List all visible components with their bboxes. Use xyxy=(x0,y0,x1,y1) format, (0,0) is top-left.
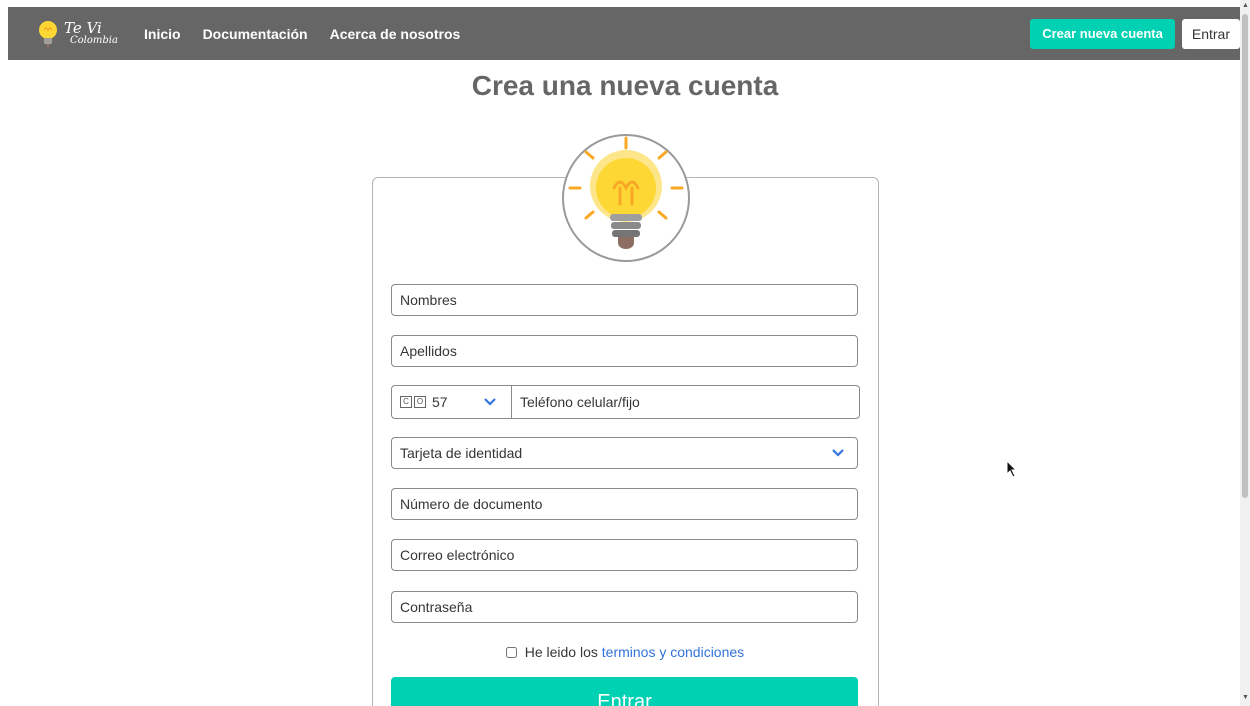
document-type-value: Tarjeta de identidad xyxy=(400,445,523,461)
lightbulb-logo xyxy=(562,134,690,262)
brand-subtitle: Colombia xyxy=(70,35,118,46)
phone-row: C O 57 xyxy=(391,385,860,419)
phone-input[interactable] xyxy=(511,385,860,419)
terms-link[interactable]: terminos y condiciones xyxy=(602,644,744,660)
country-code-select[interactable]: C O 57 xyxy=(391,385,511,419)
terms-prefix: He leido los xyxy=(524,644,598,660)
chevron-down-icon xyxy=(484,398,496,406)
lightbulb-icon xyxy=(568,136,684,249)
scrollbar[interactable]: ▲ ▼ xyxy=(1240,0,1250,706)
terms-checkbox[interactable] xyxy=(505,646,517,658)
terms-row: He leido los terminos y condiciones xyxy=(0,644,1240,660)
document-type-select[interactable]: Tarjeta de identidad xyxy=(391,437,858,469)
flag-letter-o: O xyxy=(414,396,426,408)
nav-links: Inicio Documentación Acerca de nosotros xyxy=(144,26,482,42)
create-account-button[interactable]: Crear nueva cuenta xyxy=(1030,18,1175,49)
submit-button[interactable]: Entrar xyxy=(391,677,858,706)
nav-link-inicio[interactable]: Inicio xyxy=(144,26,181,42)
scroll-up-icon[interactable]: ▲ xyxy=(1242,2,1249,9)
email-input[interactable] xyxy=(391,539,858,571)
chevron-down-icon xyxy=(832,449,844,457)
top-navbar: Te Vi Colombia Inicio Documentación Acer… xyxy=(8,7,1240,60)
country-code: 57 xyxy=(432,394,448,410)
mouse-cursor-icon xyxy=(1006,460,1018,478)
nav-link-documentacion[interactable]: Documentación xyxy=(203,26,308,42)
login-button[interactable]: Entrar xyxy=(1181,18,1240,49)
nombres-input[interactable] xyxy=(391,284,858,316)
lightbulb-icon xyxy=(39,20,57,47)
page: Te Vi Colombia Inicio Documentación Acer… xyxy=(0,0,1240,706)
password-input[interactable] xyxy=(391,591,858,623)
page-title: Crea una nueva cuenta xyxy=(471,70,779,101)
flag-letter-c: C xyxy=(400,396,412,408)
brand-logo[interactable]: Te Vi Colombia xyxy=(36,20,136,48)
scroll-thumb[interactable] xyxy=(1242,14,1248,498)
brand-title: Te Vi xyxy=(64,19,102,37)
document-number-input[interactable] xyxy=(391,488,858,520)
nav-link-acerca[interactable]: Acerca de nosotros xyxy=(330,26,461,42)
scroll-down-icon[interactable]: ▼ xyxy=(1242,694,1249,701)
apellidos-input[interactable] xyxy=(391,335,858,367)
